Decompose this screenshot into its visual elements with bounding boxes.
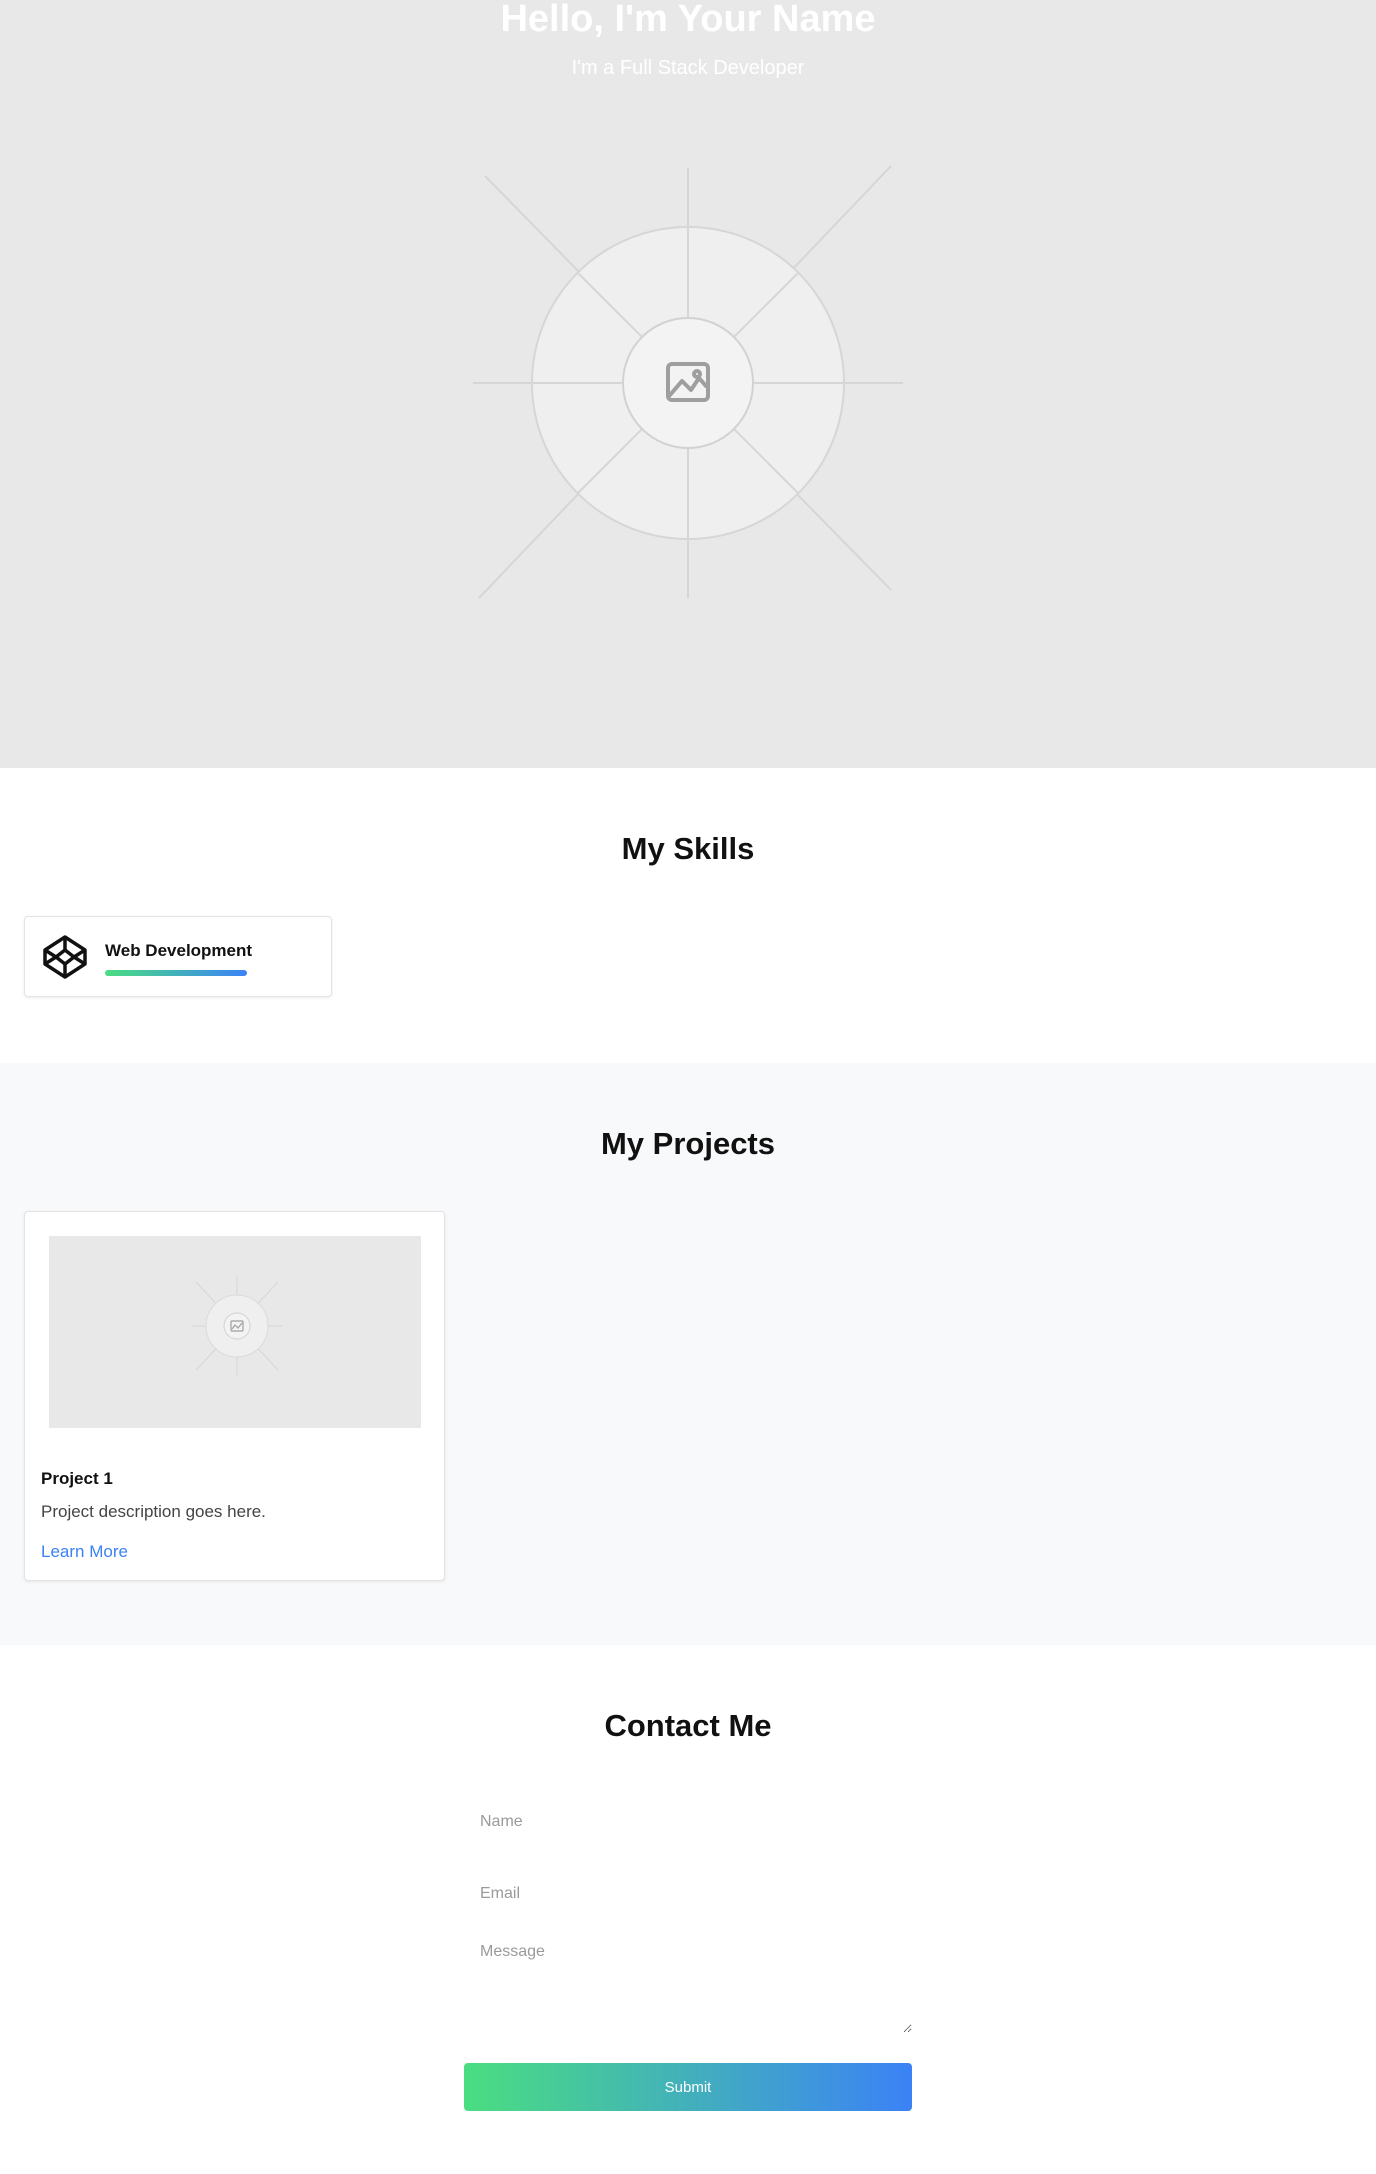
project-image bbox=[49, 1236, 421, 1428]
skills-title: My Skills bbox=[621, 831, 755, 866]
codepen-icon bbox=[43, 935, 87, 979]
contact-title: Contact Me bbox=[604, 1708, 772, 1743]
hero-subtitle: I'm a Full Stack Developer bbox=[571, 57, 805, 79]
submit-button[interactable]: Submit bbox=[464, 2063, 912, 2111]
email-field[interactable] bbox=[464, 1872, 912, 1916]
project-title: Project 1 bbox=[41, 1469, 113, 1488]
projects-section: My Projects Project 1 Project descriptio… bbox=[0, 1063, 1376, 1645]
skills-section: My Skills Web Development bbox=[0, 768, 1376, 1063]
hero-title: Hello, I'm Your Name bbox=[500, 0, 876, 40]
projects-title: My Projects bbox=[600, 1126, 775, 1161]
learn-more-link[interactable]: Learn More bbox=[41, 1542, 128, 1562]
project-image-placeholder bbox=[192, 1276, 282, 1376]
skill-progress-bar bbox=[105, 970, 247, 976]
contact-section: Contact Me Submit bbox=[0, 1645, 1376, 2174]
project-card: Project 1 Project description goes here.… bbox=[24, 1211, 445, 1581]
skill-label: Web Development bbox=[105, 941, 253, 960]
project-description: Project description goes here. bbox=[41, 1502, 266, 1521]
name-field[interactable] bbox=[464, 1800, 912, 1844]
skill-card: Web Development bbox=[24, 916, 332, 997]
hero-section: Hello, I'm Your Name I'm a Full Stack De… bbox=[0, 0, 1376, 768]
hero-image-placeholder bbox=[473, 165, 903, 599]
message-field[interactable] bbox=[464, 1931, 912, 2033]
